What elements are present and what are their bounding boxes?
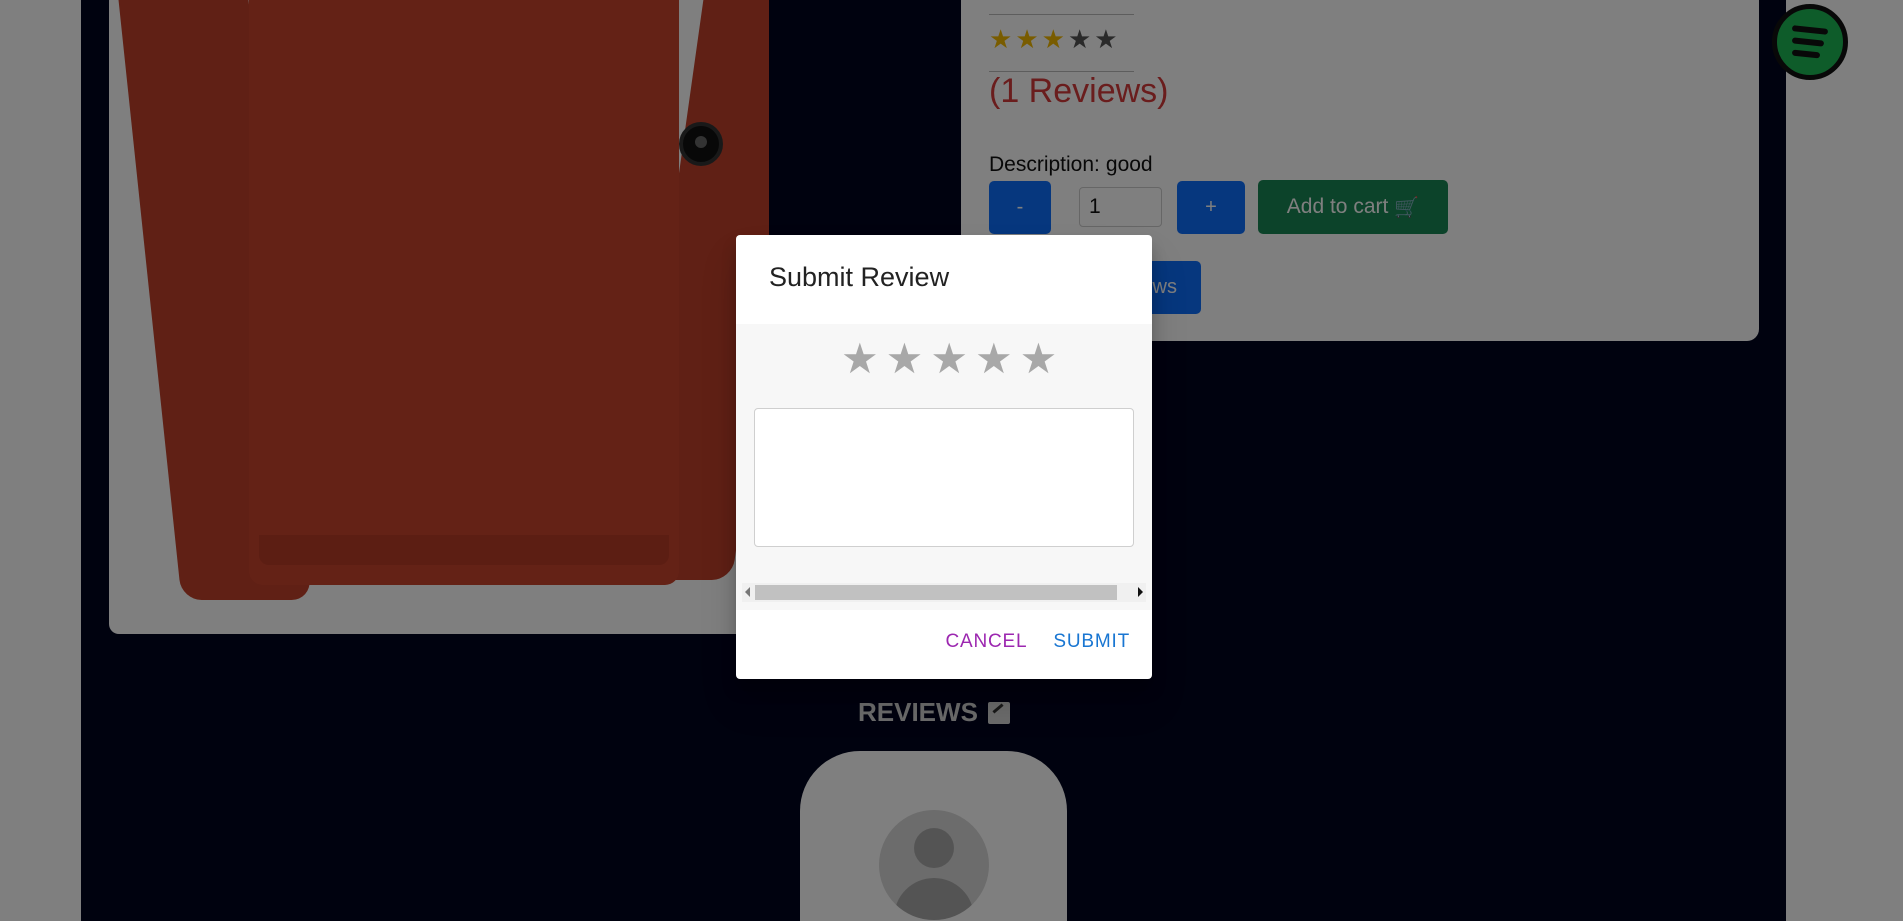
star-icon[interactable]: ★: [841, 338, 879, 380]
horizontal-scrollbar[interactable]: [742, 583, 1146, 602]
rating-input: ★ ★ ★ ★ ★: [841, 338, 1057, 380]
star-icon[interactable]: ★: [930, 338, 968, 380]
dialog-actions: CANCEL SUBMIT: [938, 623, 1138, 661]
star-icon[interactable]: ★: [975, 338, 1013, 380]
dialog-title: Submit Review: [769, 262, 950, 292]
scrollbar-thumb[interactable]: [755, 585, 1117, 600]
star-icon[interactable]: ★: [1020, 338, 1058, 380]
star-icon[interactable]: ★: [886, 338, 924, 380]
scroll-left-arrow-icon[interactable]: [745, 587, 750, 597]
submit-button[interactable]: SUBMIT: [1045, 623, 1138, 661]
review-textarea[interactable]: [754, 408, 1134, 547]
dialog-content: ★ ★ ★ ★ ★: [736, 324, 1152, 610]
cancel-button[interactable]: CANCEL: [938, 623, 1036, 661]
submit-review-dialog: Submit Review ★ ★ ★ ★ ★ CANCEL SUBMIT: [736, 235, 1152, 679]
scroll-right-arrow-icon[interactable]: [1138, 587, 1143, 597]
